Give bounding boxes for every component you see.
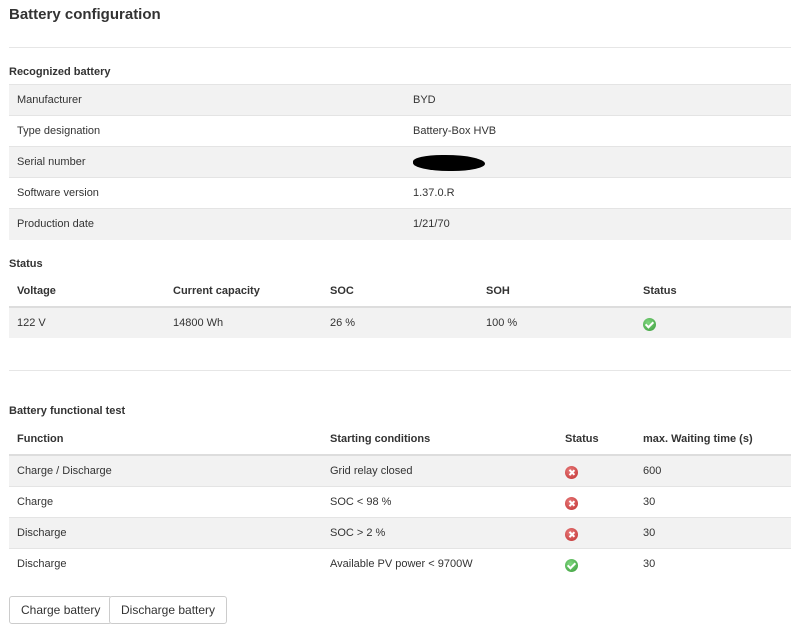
row-value: Battery-Box HVB (405, 115, 791, 147)
function-cell: Charge / Discharge (9, 454, 322, 486)
divider (9, 47, 791, 48)
wait-cell: 600 (635, 454, 791, 486)
functional-test-title: Battery functional test (9, 405, 126, 417)
status-cell (635, 307, 791, 338)
condition-cell: Available PV power < 9700W (322, 547, 557, 579)
status-cell (557, 516, 635, 548)
redacted-serial-number (413, 155, 485, 171)
header-soc: SOC (322, 276, 478, 308)
table-row: Discharge SOC > 2 % 30 (9, 516, 791, 548)
table-row: Production date 1/21/70 (9, 208, 791, 240)
header-starting-conditions: Starting conditions (322, 423, 557, 456)
header-soh: SOH (478, 276, 635, 308)
status-table: Voltage Current capacity SOC SOH Status … (9, 276, 791, 338)
table-row: Charge / Discharge Grid relay closed 600 (9, 454, 791, 486)
row-label: Serial number (9, 146, 405, 178)
x-circle-icon (565, 496, 578, 510)
x-circle-icon (565, 465, 578, 479)
function-cell: Charge (9, 485, 322, 517)
battery-configuration-page: Battery configuration Recognized battery… (0, 0, 800, 630)
table-row: Discharge Available PV power < 9700W 30 (9, 547, 791, 579)
function-cell: Discharge (9, 547, 322, 579)
header-status: Status (635, 276, 791, 308)
check-circle-icon (643, 318, 656, 331)
row-label: Software version (9, 177, 405, 209)
table-row: 122 V 14800 Wh 26 % 100 % (9, 307, 791, 338)
row-value: BYD (405, 84, 791, 116)
charge-battery-button[interactable]: Charge battery (9, 596, 113, 624)
condition-cell: SOC > 2 % (322, 516, 557, 548)
divider (9, 370, 791, 371)
header-status: Status (557, 423, 635, 456)
status-cell (557, 547, 635, 579)
wait-cell: 30 (635, 516, 791, 548)
recognized-battery-title: Recognized battery (9, 66, 111, 78)
table-row: Software version 1.37.0.R (9, 177, 791, 209)
row-label: Production date (9, 208, 405, 240)
row-label: Type designation (9, 115, 405, 147)
status-cell (557, 454, 635, 486)
soh-value: 100 % (478, 307, 635, 338)
wait-cell: 30 (635, 547, 791, 579)
header-function: Function (9, 423, 322, 456)
table-row: Manufacturer BYD (9, 84, 791, 116)
table-row: Serial number (9, 146, 791, 178)
row-value (405, 146, 791, 178)
row-value: 1.37.0.R (405, 177, 791, 209)
capacity-value: 14800 Wh (165, 307, 322, 338)
header-capacity: Current capacity (165, 276, 322, 308)
row-value: 1/21/70 (405, 208, 791, 240)
voltage-value: 122 V (9, 307, 165, 338)
discharge-battery-button[interactable]: Discharge battery (109, 596, 228, 624)
header-voltage: Voltage (9, 276, 165, 308)
soc-value: 26 % (322, 307, 478, 338)
table-header-row: Function Starting conditions Status max.… (9, 423, 791, 456)
page-title: Battery configuration (9, 6, 161, 23)
function-cell: Discharge (9, 516, 322, 548)
row-label: Manufacturer (9, 84, 405, 116)
condition-cell: Grid relay closed (322, 454, 557, 486)
table-row: Charge SOC < 98 % 30 (9, 485, 791, 517)
status-cell (557, 485, 635, 517)
header-waiting-time: max. Waiting time (s) (635, 423, 791, 456)
wait-cell: 30 (635, 485, 791, 517)
functional-test-table: Function Starting conditions Status max.… (9, 423, 791, 579)
status-title: Status (9, 258, 43, 270)
x-circle-icon (565, 527, 578, 541)
table-row: Type designation Battery-Box HVB (9, 115, 791, 147)
recognized-battery-table: Manufacturer BYD Type designation Batter… (9, 84, 791, 240)
table-header-row: Voltage Current capacity SOC SOH Status (9, 276, 791, 308)
condition-cell: SOC < 98 % (322, 485, 557, 517)
check-circle-icon (565, 558, 578, 572)
